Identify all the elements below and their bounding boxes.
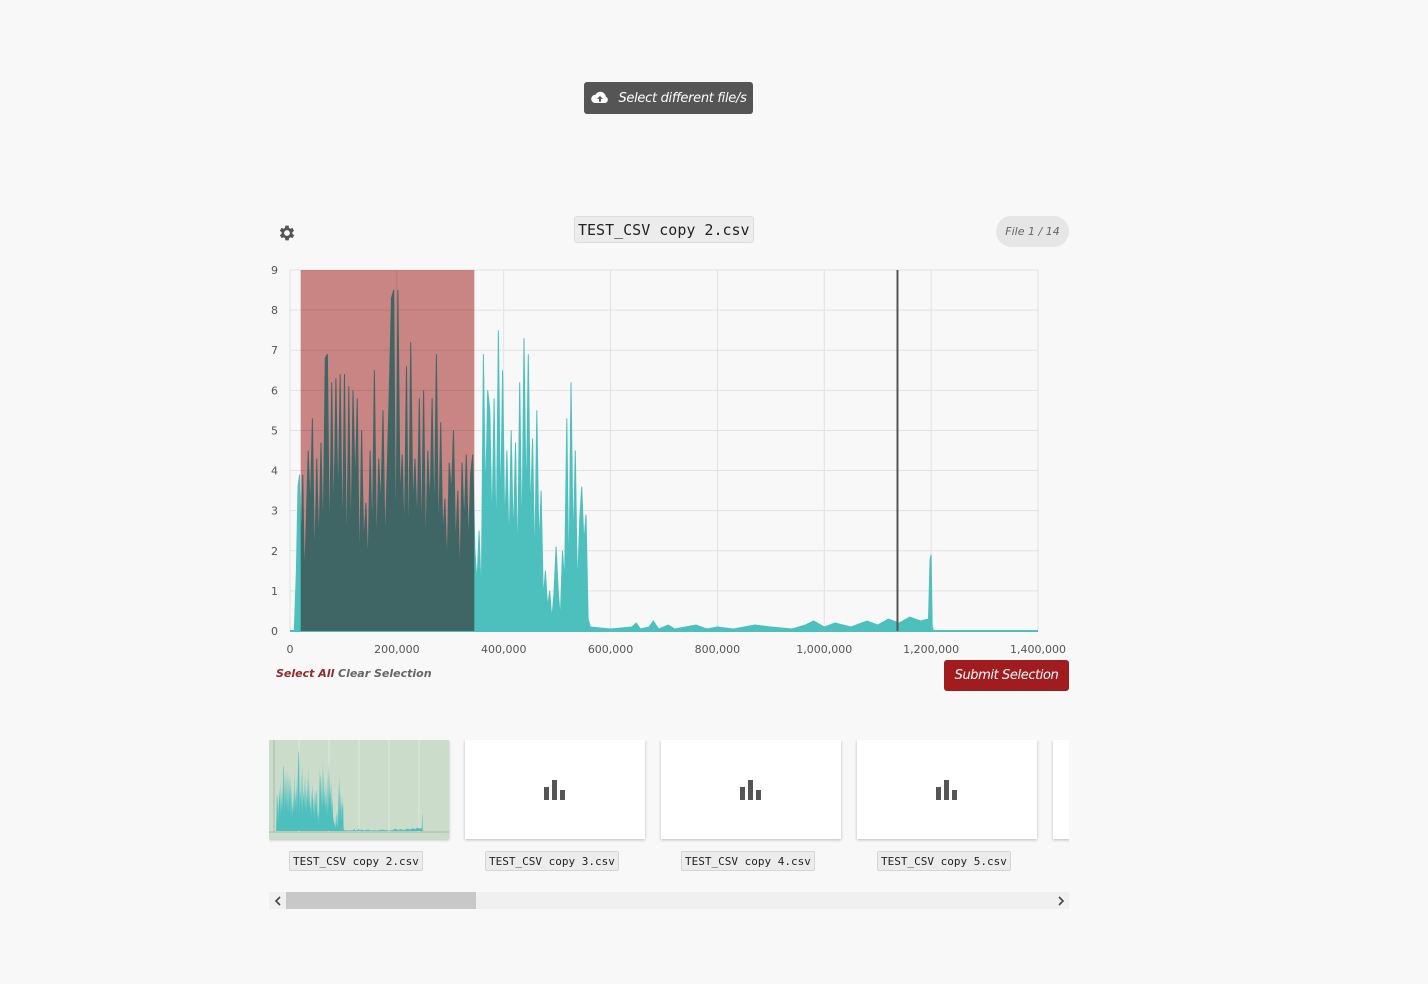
y-tick-label: 1 bbox=[271, 585, 278, 598]
x-tick-label: 1,000,000 bbox=[796, 643, 852, 656]
y-tick-label: 4 bbox=[271, 465, 278, 478]
selection-region bbox=[300, 270, 475, 631]
y-tick-label: 0 bbox=[271, 625, 278, 638]
signal-chart[interactable]: 0 1 2 3 4 5 6 7 8 9 0 200,000 400,000 600,000 800,000 1… bbox=[0, 0, 1100, 670]
bar-chart-icon bbox=[740, 780, 761, 800]
file-card-2[interactable] bbox=[465, 740, 645, 839]
y-tick-label: 9 bbox=[271, 264, 278, 277]
file-card-4[interactable] bbox=[857, 740, 1037, 839]
file-card-5[interactable] bbox=[1053, 740, 1069, 839]
chart-preview-thumbnail bbox=[269, 740, 449, 839]
x-tick-label: 600,000 bbox=[588, 643, 634, 656]
submit-selection-button[interactable]: Submit Selection bbox=[944, 660, 1069, 691]
y-tick-label: 3 bbox=[271, 505, 278, 518]
x-tick-label: 0 bbox=[287, 643, 294, 656]
y-tick-label: 8 bbox=[271, 304, 278, 317]
y-tick-label: 7 bbox=[271, 344, 278, 357]
file-label: TEST_CSV copy 5.csv bbox=[877, 851, 1011, 871]
chevron-right-icon[interactable] bbox=[1052, 892, 1069, 909]
file-card-1[interactable] bbox=[269, 740, 449, 839]
bar-chart-icon bbox=[936, 780, 957, 800]
file-label: TEST_CSV copy 3.csv bbox=[485, 851, 619, 871]
horizontal-scrollbar[interactable] bbox=[269, 892, 1069, 909]
x-tick-label: 1,400,000 bbox=[1010, 643, 1066, 656]
file-thumbnail-strip: TEST_CSV copy 2.csv TEST_CSV copy 3.csv … bbox=[269, 740, 1069, 880]
x-tick-label: 400,000 bbox=[481, 643, 527, 656]
x-tick-label: 200,000 bbox=[374, 643, 420, 656]
scrollbar-thumb[interactable] bbox=[286, 892, 476, 909]
y-tick-label: 5 bbox=[271, 424, 278, 437]
x-tick-label: 800,000 bbox=[695, 643, 741, 656]
y-tick-label: 2 bbox=[271, 545, 278, 558]
bar-chart-icon bbox=[544, 780, 565, 800]
file-card-3[interactable] bbox=[661, 740, 841, 839]
select-all-link[interactable]: Select All bbox=[276, 667, 334, 680]
clear-selection-link[interactable]: Clear Selection bbox=[338, 667, 432, 680]
file-label: TEST_CSV copy 4.csv bbox=[681, 851, 815, 871]
chevron-left-icon[interactable] bbox=[269, 892, 286, 909]
y-tick-label: 6 bbox=[271, 384, 278, 397]
file-label: TEST_CSV copy 2.csv bbox=[289, 851, 423, 871]
x-tick-label: 1,200,000 bbox=[903, 643, 959, 656]
